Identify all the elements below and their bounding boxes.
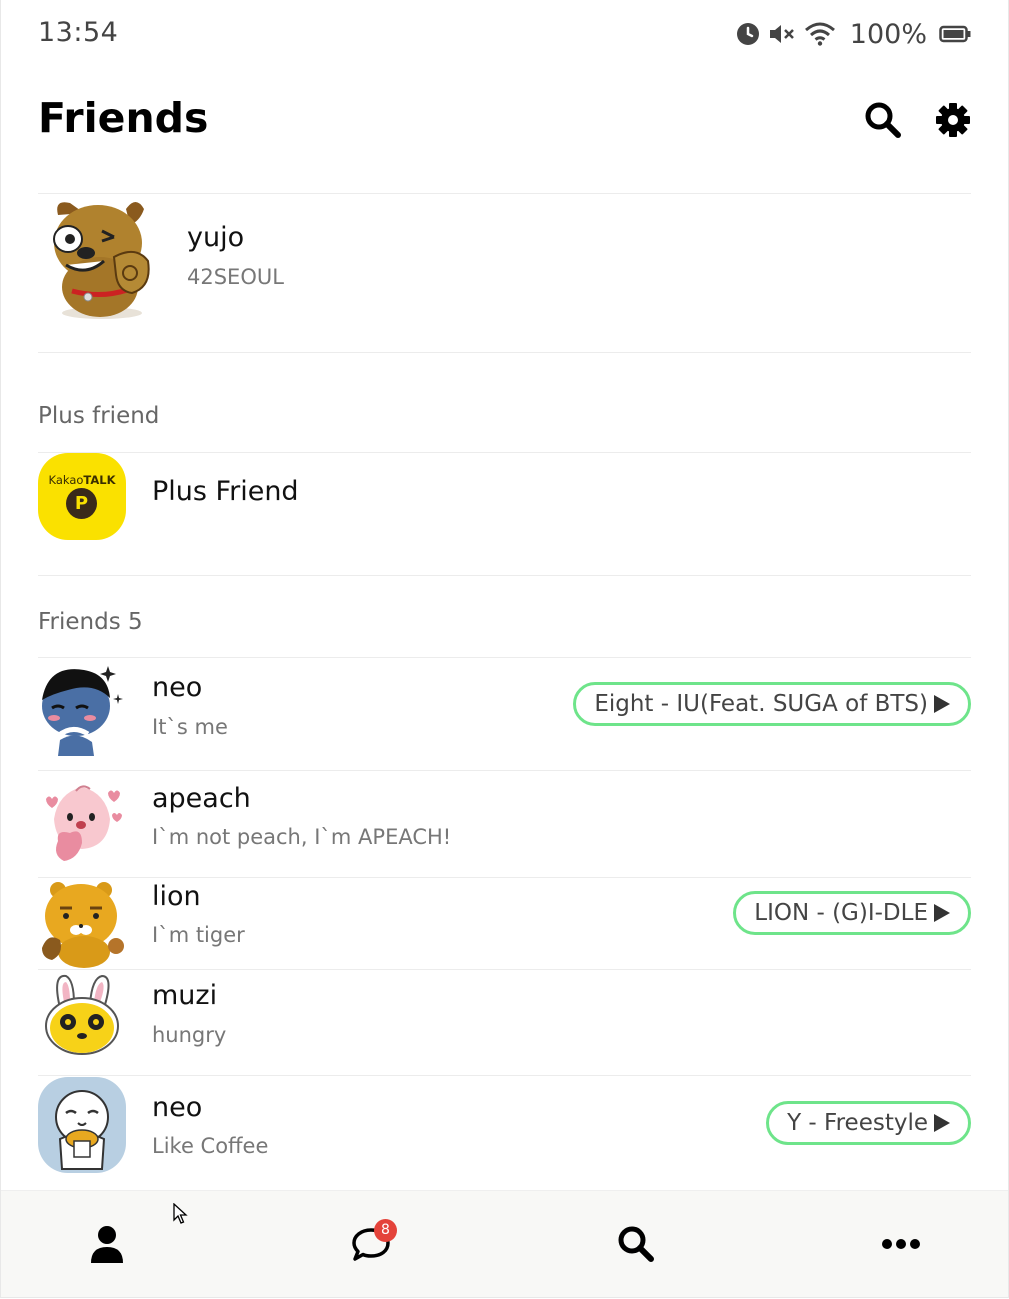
neo-character-icon [42,666,123,756]
search-icon [618,1226,654,1262]
friend-avatar-muzi [38,970,126,1066]
play-icon [934,695,950,713]
coffee-character-icon [38,1077,126,1173]
dog-character-icon [53,202,150,319]
play-icon [934,904,950,922]
section-label-plus-friend: Plus friend [38,403,160,429]
music-status-button[interactable]: LION - (G)I-DLE [733,891,971,935]
friend-status-message: I`m tiger [152,923,245,947]
friend-status-message: Like Coffee [152,1134,269,1158]
friend-row[interactable]: neo It`s me Eight - IU(Feat. SUGA of BTS… [38,658,971,770]
status-time: 13:54 [38,17,119,48]
friend-avatar-neo-coffee [38,1077,126,1173]
battery-percent: 100% [849,18,927,50]
search-button[interactable] [863,100,903,140]
friend-status-message: hungry [152,1023,227,1047]
friend-row[interactable]: muzi hungry [38,970,971,1075]
apeach-character-icon [46,785,122,863]
nav-friends-tab[interactable] [84,1221,130,1267]
friend-avatar-neo [38,660,126,756]
friend-row[interactable]: neo Like Coffee Y - Freestyle [38,1076,971,1188]
nav-chats-tab[interactable]: 8 [348,1219,397,1267]
bottom-navigation: 8 [1,1190,1008,1297]
divider [38,452,971,453]
friend-name: apeach [152,783,251,814]
gear-icon [936,103,970,137]
divider [38,352,971,353]
battery-icon [939,25,971,43]
friend-row[interactable]: lion I`m tiger LION - (G)I-DLE [38,878,971,969]
friend-row[interactable]: apeach I`m not peach, I`m APEACH! [38,771,971,877]
play-icon [934,1114,950,1132]
wifi-icon [804,22,835,46]
friend-status-message: I`m not peach, I`m APEACH! [152,825,452,849]
lion-character-icon [42,882,124,968]
nav-more-tab[interactable] [878,1221,924,1267]
friend-name: muzi [152,980,218,1011]
friend-name: lion [152,881,201,912]
muzi-character-icon [45,974,119,1055]
friend-avatar-apeach [38,775,126,871]
friend-name: neo [152,1092,203,1123]
settings-button[interactable] [933,100,973,140]
profile-name[interactable]: yujo [187,222,244,253]
plus-friend-name[interactable]: Plus Friend [152,476,299,507]
friend-status-message: It`s me [152,715,228,739]
nav-search-tab[interactable] [613,1221,659,1267]
mouse-cursor-icon [173,1203,188,1224]
music-status-button[interactable]: Eight - IU(Feat. SUGA of BTS) [573,682,971,726]
friend-name: neo [152,672,203,703]
alarm-icon [736,23,759,45]
music-title: LION - (G)I-DLE [754,900,928,926]
search-icon [865,102,901,138]
mute-icon [769,25,794,43]
person-icon [91,1226,123,1263]
friend-avatar-lion [38,876,126,972]
section-label-friends: Friends 5 [38,609,143,635]
plus-friend-avatar[interactable]: KakaoTALK P [38,453,126,540]
status-icons: 100% [736,14,971,54]
divider [38,193,971,194]
kakaotalk-logo-text: KakaoTALK [48,473,116,487]
music-title: Eight - IU(Feat. SUGA of BTS) [594,691,928,717]
more-dots-icon [882,1239,920,1249]
profile-avatar[interactable] [44,195,156,321]
divider [38,575,971,576]
chat-unread-badge: 8 [374,1219,397,1242]
profile-status-message: 42SEOUL [187,265,284,289]
music-status-button[interactable]: Y - Freestyle [766,1101,971,1145]
page-title: Friends [38,94,209,142]
plus-p-icon: P [66,488,97,519]
music-title: Y - Freestyle [787,1110,928,1136]
